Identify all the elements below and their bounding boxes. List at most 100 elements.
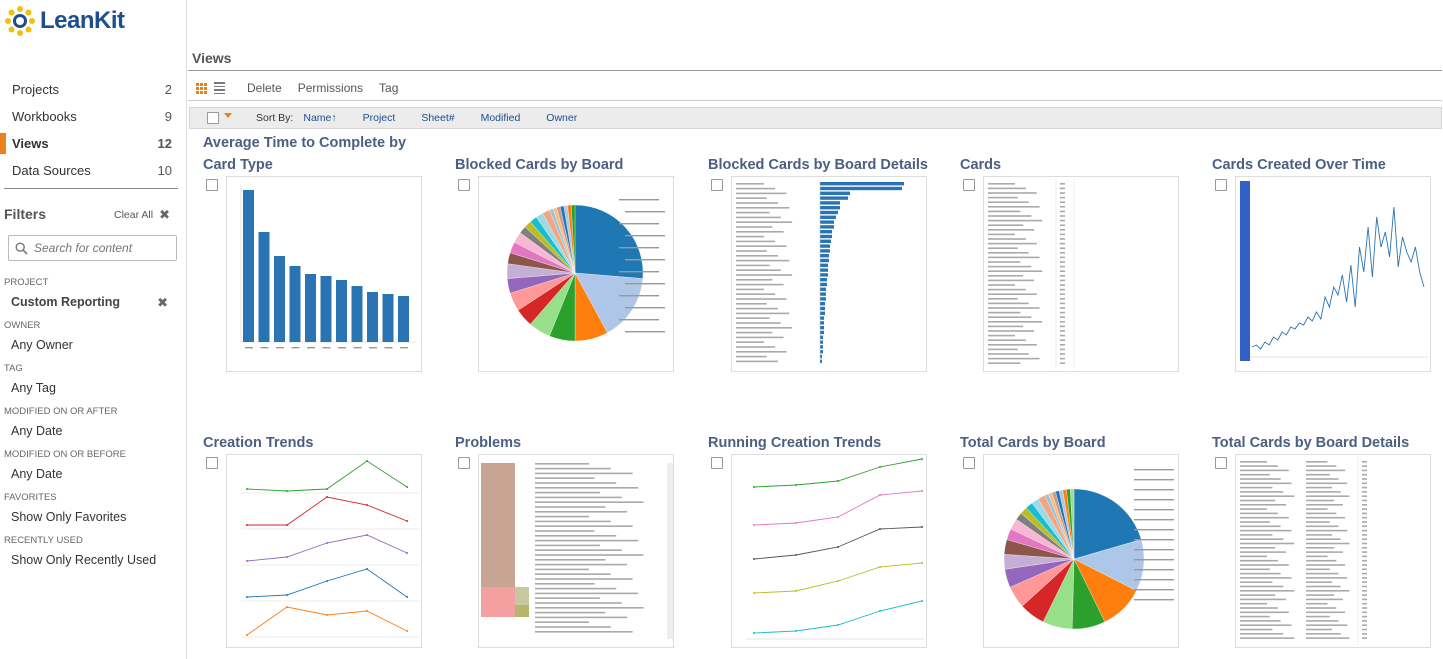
bar: [820, 354, 822, 359]
table-text-line: [1060, 210, 1065, 213]
table-text-line: [1362, 624, 1367, 626]
view-checkbox[interactable]: [458, 457, 470, 469]
table-text-line: [988, 348, 1018, 351]
view-thumbnail[interactable]: [983, 176, 1179, 372]
sort-option-modified[interactable]: Modified: [481, 112, 521, 124]
view-checkbox[interactable]: [711, 179, 723, 191]
sidebar-item-workbooks[interactable]: Workbooks 9: [0, 103, 186, 130]
table-text-line: [988, 229, 1035, 231]
view-thumbnail[interactable]: [731, 454, 927, 648]
table-text-line: [535, 563, 628, 566]
table-text-line: [1060, 224, 1065, 226]
view-card[interactable]: Average Time to Complete by Card Type: [188, 132, 422, 372]
view-title[interactable]: Blocked Cards by Board Details: [708, 154, 928, 176]
table-text-line: [535, 549, 622, 551]
table-text-line: [736, 341, 764, 343]
sort-option-project[interactable]: Project: [363, 112, 396, 124]
view-title[interactable]: Cards: [960, 154, 1001, 176]
view-title[interactable]: Problems: [455, 432, 521, 454]
remove-filter-icon[interactable]: ✖: [157, 295, 168, 311]
table-text-line: [535, 506, 606, 508]
table-text-line: [1362, 469, 1367, 472]
view-checkbox[interactable]: [963, 457, 975, 469]
series-point: [326, 488, 328, 490]
filter-value[interactable]: Any Date: [0, 467, 186, 481]
series-point: [246, 488, 248, 490]
view-title[interactable]: Blocked Cards by Board: [455, 154, 623, 176]
view-thumbnail[interactable]: [226, 454, 422, 648]
clear-all-button[interactable]: Clear All ✖: [114, 207, 170, 223]
view-thumbnail[interactable]: [1235, 454, 1431, 648]
view-title[interactable]: Total Cards by Board Details: [1212, 432, 1409, 454]
view-card[interactable]: Cards Created Over Time: [1197, 154, 1431, 372]
view-card[interactable]: Total Cards by Board: [945, 432, 1179, 648]
view-checkbox[interactable]: [206, 457, 218, 469]
view-card[interactable]: Creation Trends: [188, 432, 422, 648]
table-text-line: [988, 215, 1032, 217]
table-text-line: [535, 592, 639, 595]
bar: [820, 239, 831, 243]
view-card[interactable]: Blocked Cards by Board: [440, 154, 674, 372]
grid-view-icon[interactable]: [196, 82, 207, 94]
filter-label: FAVORITES: [4, 492, 57, 503]
series-point: [326, 614, 328, 616]
view-title[interactable]: Running Creation Trends: [708, 432, 881, 454]
table-text-line: [1306, 598, 1343, 601]
table-text-line: [1362, 547, 1367, 549]
view-thumbnail[interactable]: [983, 454, 1179, 648]
table-text-line: [535, 525, 633, 527]
bar: [336, 280, 347, 342]
view-checkbox[interactable]: [1215, 457, 1227, 469]
sort-option-sheet[interactable]: Sheet#: [421, 112, 454, 124]
view-title[interactable]: Total Cards by Board: [960, 432, 1106, 454]
view-thumbnail[interactable]: [478, 176, 674, 372]
view-card[interactable]: Running Creation Trends: [693, 432, 927, 648]
view-title[interactable]: Cards Created Over Time: [1212, 154, 1386, 176]
delete-button[interactable]: Delete: [247, 81, 282, 95]
permissions-button[interactable]: Permissions: [298, 81, 363, 95]
table-text-line: [1060, 288, 1065, 291]
chevron-down-icon[interactable]: [224, 112, 232, 118]
filter-value[interactable]: Custom Reporting ✖: [0, 295, 186, 311]
list-view-icon[interactable]: [214, 82, 225, 94]
tag-button[interactable]: Tag: [379, 81, 398, 95]
select-all-checkbox[interactable]: [207, 112, 219, 124]
table-text-line: [1362, 577, 1367, 579]
view-checkbox[interactable]: [1215, 179, 1227, 191]
view-thumbnail[interactable]: [478, 454, 674, 648]
bar: [820, 278, 827, 282]
view-thumbnail[interactable]: [1235, 176, 1431, 372]
sidebar-item-projects[interactable]: Projects 2: [0, 76, 186, 103]
filter-value[interactable]: Any Owner: [0, 338, 186, 352]
filter-value[interactable]: Show Only Recently Used: [0, 553, 186, 567]
leankit-logo[interactable]: LeanKit: [4, 4, 125, 38]
view-title[interactable]: Creation Trends: [203, 432, 313, 454]
view-checkbox[interactable]: [206, 179, 218, 191]
filter-value[interactable]: Show Only Favorites: [0, 510, 186, 524]
bar: [820, 249, 830, 253]
series-point: [795, 554, 797, 556]
view-title[interactable]: Average Time to Complete by Card Type: [203, 132, 433, 176]
view-card[interactable]: Total Cards by Board Details: [1197, 432, 1431, 648]
view-thumbnail[interactable]: [226, 176, 422, 372]
view-thumbnail[interactable]: [731, 176, 927, 372]
view-checkbox[interactable]: [963, 179, 975, 191]
table-text-line: [1240, 611, 1289, 614]
view-card[interactable]: Problems: [440, 432, 674, 648]
sidebar-item-views[interactable]: Views 12: [0, 130, 186, 157]
search-input[interactable]: [34, 241, 174, 255]
table-text-line: [1362, 538, 1367, 540]
sort-option-owner[interactable]: Owner: [546, 112, 577, 124]
table-text-line: [736, 202, 778, 204]
series-point: [286, 524, 288, 526]
view-card[interactable]: Blocked Cards by Board Details: [693, 154, 928, 372]
sidebar-item-data-sources[interactable]: Data Sources 10: [0, 157, 186, 184]
filter-value[interactable]: Any Date: [0, 424, 186, 438]
filter-value[interactable]: Any Tag: [0, 381, 186, 395]
view-checkbox[interactable]: [711, 457, 723, 469]
sort-option-name[interactable]: Name↑: [303, 112, 336, 124]
view-checkbox[interactable]: [458, 179, 470, 191]
table-text-line: [1306, 482, 1348, 485]
search-box[interactable]: [8, 235, 177, 261]
view-card[interactable]: Cards: [945, 154, 1179, 372]
